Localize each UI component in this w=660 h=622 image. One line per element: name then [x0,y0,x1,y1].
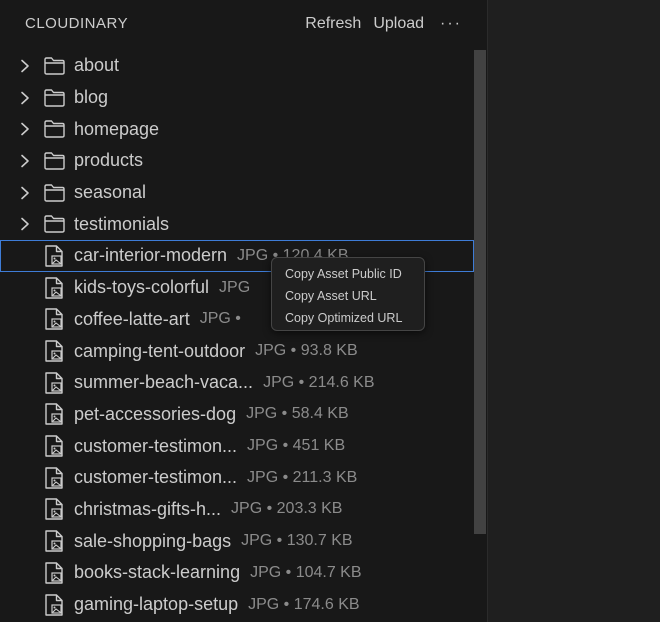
context-menu-item[interactable]: Copy Asset Public ID [272,263,424,285]
file-meta: JPG • 58.4 KB [246,405,349,423]
context-menu-item[interactable]: Copy Asset URL [272,285,424,307]
folder-row[interactable]: products [0,145,474,177]
file-row[interactable]: camping-tent-outdoor JPG • 93.8 KB [0,335,474,367]
file-name: sale-shopping-bags [74,530,232,551]
file-meta: JPG • 451 KB [247,437,346,455]
folder-name: testimonials [74,213,170,234]
file-row[interactable]: gaming-laptop-setup JPG • 174.6 KB [0,589,474,621]
folder-icon [43,214,65,234]
file-row[interactable]: christmas-gifts-h... JPG • 203.3 KB [0,494,474,526]
upload-button[interactable]: Upload [367,13,430,35]
folder-row[interactable]: testimonials [0,208,474,240]
chevron-right-icon[interactable] [17,216,33,232]
folder-icon [43,151,65,171]
chevron-right-icon[interactable] [17,58,33,74]
file-name: camping-tent-outdoor [74,340,246,361]
image-file-icon [43,593,65,616]
file-meta: JPG • 174.6 KB [248,595,360,613]
image-file-icon [43,308,65,331]
file-name: coffee-latte-art [74,308,190,329]
context-menu: Copy Asset Public ID Copy Asset URL Copy O… [271,257,425,331]
file-meta: JPG • 130.7 KB [241,532,353,550]
folder-name: about [74,55,120,76]
image-file-icon [43,372,65,394]
file-meta: JPG • 211.3 KB [247,468,358,486]
file-meta: JPG [219,278,251,296]
folder-icon [43,183,65,203]
image-file-icon [43,562,65,584]
file-row[interactable]: customer-testimon... JPG • 211.3 KB [0,462,474,494]
file-row[interactable]: summer-beach-vaca... JPG • 214.6 KB [0,367,474,399]
refresh-button[interactable]: Refresh [299,13,367,35]
file-row[interactable]: customer-testimon... JPG • 451 KB [0,430,474,462]
chevron-right-icon[interactable] [17,90,33,106]
folder-icon [43,119,65,139]
chevron-right-icon[interactable] [17,153,33,169]
image-file-icon [43,498,65,521]
chevron-right-icon[interactable] [17,121,33,137]
file-name: car-interior-modern [74,245,228,266]
folder-name: homepage [74,118,160,139]
chevron-right-icon[interactable] [17,185,33,201]
header-actions: Refresh Upload ··· [299,13,468,35]
folder-row[interactable]: homepage [0,113,474,145]
file-name: christmas-gifts-h... [74,498,222,519]
folder-row[interactable]: blog [0,82,474,114]
editor-area [488,0,660,622]
image-file-icon [43,403,65,426]
image-file-icon [43,435,65,457]
file-row[interactable]: sale-shopping-bags JPG • 130.7 KB [0,525,474,557]
image-file-icon [43,467,65,489]
file-row[interactable]: books-stack-learning JPG • 104.7 KB [0,557,474,589]
panel-header: CLOUDINARY Refresh Upload ··· [0,0,488,48]
image-file-icon [43,340,65,362]
file-name: kids-toys-colorful [74,277,210,298]
folder-name: seasonal [74,182,147,203]
context-menu-item[interactable]: Copy Optimized URL [272,307,424,329]
image-file-icon [43,530,65,552]
folder-name: products [74,150,144,171]
file-name: gaming-laptop-setup [74,594,239,615]
folder-name: blog [74,87,109,108]
file-meta: JPG • 93.8 KB [255,342,358,360]
file-name: summer-beach-vaca... [74,372,254,393]
file-name: customer-testimon... [74,467,238,488]
file-meta: JPG • [199,310,241,328]
folder-icon [43,56,65,76]
file-meta: JPG • 214.6 KB [263,373,375,391]
file-name: pet-accessories-dog [74,403,237,424]
image-file-icon [43,276,65,299]
file-name: customer-testimon... [74,435,238,456]
folder-row[interactable]: about [0,50,474,82]
file-name: books-stack-learning [74,562,241,583]
scrollbar-thumb[interactable] [474,50,486,534]
file-meta: JPG • 203.3 KB [231,500,343,518]
image-file-icon [43,245,65,267]
folder-icon [43,88,65,108]
asset-tree: about blog homepage products seasonal testimo… [0,50,474,620]
folder-row[interactable]: seasonal [0,177,474,209]
file-meta: JPG • 104.7 KB [250,563,362,581]
panel-title: CLOUDINARY [25,15,129,32]
more-actions-button[interactable]: ··· [430,13,468,35]
file-row[interactable]: pet-accessories-dog JPG • 58.4 KB [0,399,474,431]
